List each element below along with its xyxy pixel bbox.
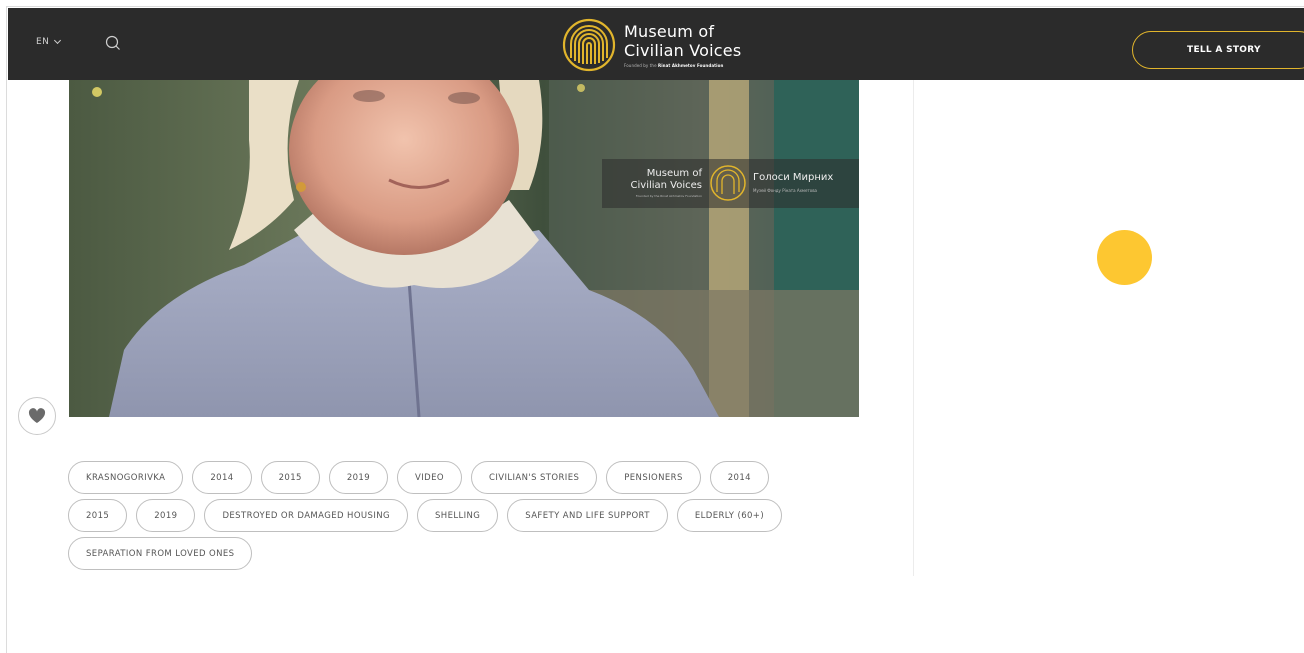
tag-row: SEPARATION FROM LOVED ONES — [68, 537, 868, 570]
watermark-right-line-1: Голоси Мирних — [753, 172, 833, 183]
logo-text: Museum of Civilian Voices Founded by the… — [624, 22, 741, 68]
fingerprint-logo-icon — [562, 18, 616, 72]
logo-sub-brand: Rinat Akhmetov Foundation — [658, 63, 724, 68]
watermark-right-sub: Музей Фонду Ріната Ахметова — [753, 188, 818, 193]
tag-pill[interactable]: 2015 — [260, 461, 320, 494]
search-icon — [105, 35, 120, 50]
tag-pill[interactable]: 2014 — [192, 461, 252, 494]
tell-a-story-button[interactable]: TELL A STORY — [1132, 31, 1304, 69]
video-frame: Museum of Civilian Voices Founded by the… — [69, 80, 859, 417]
tag-pill[interactable]: SEPARATION FROM LOVED ONES — [68, 537, 253, 570]
like-button[interactable] — [18, 397, 56, 435]
watermark-left-line-2: Civilian Voices — [631, 180, 702, 191]
tag-pill[interactable]: 2019 — [136, 499, 196, 532]
tag-pill[interactable]: DESTROYED OR DAMAGED HOUSING — [204, 499, 408, 532]
watermark-left-line-1: Museum of — [647, 168, 703, 179]
tag-pill[interactable]: KRASNOGORIVKA — [68, 461, 184, 494]
logo-subtitle: Founded by the Rinat Akhmetov Foundation — [624, 63, 741, 68]
logo-line-1: Museum of — [624, 22, 715, 41]
heart-icon — [28, 408, 46, 423]
site-header: EN Museum of Civilian Voices Founded by … — [8, 8, 1304, 80]
story-video[interactable]: Museum of Civilian Voices Founded by the… — [69, 80, 859, 417]
tag-pill[interactable]: SAFETY AND LIFE SUPPORT — [507, 499, 668, 532]
tag-pill[interactable]: 2014 — [709, 461, 769, 494]
logo-line-2: Civilian Voices — [624, 41, 742, 60]
search-button[interactable] — [104, 34, 122, 52]
language-selector[interactable]: EN — [36, 36, 62, 47]
tag-row: 2015 2019 DESTROYED OR DAMAGED HOUSING S… — [68, 499, 868, 532]
tag-pill[interactable]: VIDEO — [397, 461, 462, 494]
yellow-circle-badge — [1097, 230, 1152, 285]
tag-pill[interactable]: SHELLING — [416, 499, 499, 532]
language-label: EN — [36, 37, 50, 47]
chevron-down-icon — [54, 36, 62, 45]
tag-list: KRASNOGORIVKA 2014 2015 2019 VIDEO CIVIL… — [68, 461, 868, 575]
tag-pill[interactable]: ELDERLY (60+) — [676, 499, 783, 532]
tag-pill[interactable]: 2019 — [328, 461, 389, 494]
logo-sub-prefix: Founded by the — [624, 63, 657, 68]
column-divider — [913, 80, 914, 576]
watermark-left-sub: Founded by the Rinat Akhmetov Foundation — [636, 194, 702, 198]
site-logo[interactable]: Museum of Civilian Voices Founded by the… — [562, 15, 762, 75]
tag-row: KRASNOGORIVKA 2014 2015 2019 VIDEO CIVIL… — [68, 461, 868, 494]
tag-pill[interactable]: 2015 — [68, 499, 128, 532]
tag-pill[interactable]: PENSIONERS — [606, 461, 701, 494]
tag-pill[interactable]: CIVILIAN'S STORIES — [470, 461, 598, 494]
